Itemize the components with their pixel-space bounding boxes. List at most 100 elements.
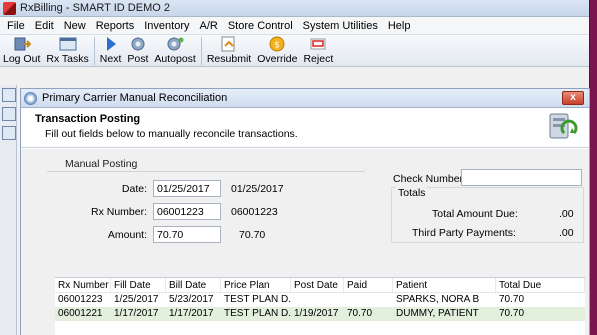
column-header[interactable]: Bill Date	[166, 278, 221, 292]
table-row[interactable]: 06001223 1/25/2017 5/23/2017 TEST PLAN D…	[55, 293, 585, 307]
rail-document-icon[interactable]	[2, 107, 16, 121]
reject-button[interactable]: Reject	[300, 35, 336, 65]
app-title: RxBilling - SMART ID DEMO 2	[20, 2, 170, 14]
rx-number-label: Rx Number:	[90, 206, 147, 218]
child-title: Primary Carrier Manual Reconciliation	[42, 92, 228, 104]
menu-reports[interactable]: Reports	[91, 17, 140, 35]
check-number-label: Check Number:	[393, 173, 466, 185]
table-cell: SPARKS, NORA B	[396, 294, 480, 305]
table-cell: 70.70	[347, 308, 373, 319]
logout-icon	[13, 36, 31, 52]
next-button[interactable]: Next	[97, 35, 125, 65]
section-subtitle: Fill out fields below to manually reconc…	[45, 128, 298, 140]
override-button[interactable]: $ Override	[254, 35, 300, 65]
rx-tasks-label: Rx Tasks	[46, 53, 89, 65]
table-cell: 06001221	[58, 308, 103, 319]
column-header[interactable]: Paid	[344, 278, 393, 292]
section-title: Transaction Posting	[35, 113, 141, 125]
manual-posting-label: Manual Posting	[65, 158, 138, 170]
table-cell: 06001223	[58, 294, 103, 305]
logout-label: Log Out	[3, 53, 41, 65]
reject-label: Reject	[303, 53, 334, 65]
amount-label: Amount:	[107, 229, 147, 241]
autopost-gear-icon	[166, 36, 184, 52]
third-party-payments-value: .00	[559, 227, 574, 239]
app-logo-icon	[3, 1, 16, 15]
table-cell: TEST PLAN D.0	[224, 308, 291, 319]
total-amount-due-label: Total Amount Due:	[432, 208, 518, 220]
post-label: Post	[127, 53, 149, 65]
column-header[interactable]: Price Plan	[221, 278, 291, 292]
table-cell: 1/19/2017	[294, 308, 339, 319]
svg-text:$: $	[274, 41, 280, 51]
header-panel: Transaction Posting Fill out fields belo…	[21, 108, 589, 148]
reject-stamp-icon	[309, 36, 327, 52]
window-gear-icon	[24, 91, 37, 105]
rx-tasks-icon	[59, 36, 77, 52]
menu-help[interactable]: Help	[383, 17, 416, 35]
menu-new[interactable]: New	[59, 17, 91, 35]
table-cell: DUMMY, PATIENT	[396, 308, 479, 319]
menu-edit[interactable]: Edit	[30, 17, 59, 35]
autopost-button[interactable]: Autopost	[151, 35, 198, 65]
override-coin-icon: $	[268, 36, 286, 52]
next-label: Next	[99, 53, 122, 65]
close-button[interactable]: x	[562, 91, 584, 105]
total-amount-due-value: .00	[559, 208, 574, 220]
server-refresh-icon	[549, 113, 578, 139]
toolbar: Log Out Rx Tasks Next Post Autopost Resu…	[0, 35, 589, 67]
left-rail	[0, 85, 17, 335]
autopost-label: Autopost	[154, 53, 196, 65]
next-arrow-icon	[102, 36, 120, 52]
rx-number-echo: 06001223	[231, 206, 278, 218]
column-header[interactable]: Fill Date	[111, 278, 166, 292]
column-header[interactable]: Patient	[393, 278, 496, 292]
date-input[interactable]: 01/25/2017	[153, 180, 221, 197]
table-row[interactable]: 06001221 1/17/2017 1/17/2017 TEST PLAN D…	[55, 307, 585, 321]
menubar: File Edit New Reports Inventory A/R Stor…	[0, 17, 589, 35]
menu-inventory[interactable]: Inventory	[139, 17, 194, 35]
body-panel: Manual Posting Date: 01/25/2017 01/25/20…	[21, 149, 589, 335]
date-echo: 01/25/2017	[231, 183, 284, 195]
column-header[interactable]: Post Date	[291, 278, 344, 292]
transactions-grid: Rx Number Fill Date Bill Date Price Plan…	[55, 277, 585, 335]
table-cell	[291, 293, 344, 307]
menu-file[interactable]: File	[2, 17, 30, 35]
post-gear-icon	[129, 36, 147, 52]
date-label: Date:	[121, 183, 147, 195]
reconciliation-window: Primary Carrier Manual Reconciliation x …	[20, 88, 590, 335]
menu-ar[interactable]: A/R	[195, 17, 223, 35]
resubmit-button[interactable]: Resubmit	[204, 35, 254, 65]
rail-checklist-icon[interactable]	[2, 88, 16, 102]
check-number-input[interactable]	[461, 169, 582, 186]
rail-edit-icon[interactable]	[2, 126, 16, 140]
column-header[interactable]: Total Due	[496, 278, 585, 292]
rx-tasks-button[interactable]: Rx Tasks	[43, 35, 91, 65]
menu-store-control[interactable]: Store Control	[223, 17, 298, 35]
manual-posting-group: Manual Posting Date: 01/25/2017 01/25/20…	[47, 155, 365, 253]
table-cell	[344, 293, 393, 307]
toolbar-separator	[200, 37, 202, 65]
post-button[interactable]: Post	[124, 35, 151, 65]
table-cell: 1/25/2017	[114, 294, 159, 305]
resubmit-label: Resubmit	[206, 53, 252, 65]
third-party-payments-label: Third Party Payments:	[412, 227, 516, 239]
logout-button[interactable]: Log Out	[0, 35, 43, 65]
table-cell: 1/17/2017	[114, 308, 159, 319]
menu-system-utilities[interactable]: System Utilities	[298, 17, 383, 35]
grid-header: Rx Number Fill Date Bill Date Price Plan…	[55, 278, 585, 293]
table-cell: 5/23/2017	[169, 294, 214, 305]
amount-input[interactable]: 70.70	[153, 226, 221, 243]
toolbar-separator	[93, 37, 95, 65]
override-label: Override	[257, 53, 298, 65]
group-divider	[47, 171, 365, 172]
app-window: RxBilling - SMART ID DEMO 2 File Edit Ne…	[0, 0, 590, 335]
table-cell: 70.70	[499, 294, 525, 305]
child-titlebar: Primary Carrier Manual Reconciliation x	[21, 89, 589, 108]
totals-label: Totals	[396, 187, 428, 199]
column-header[interactable]: Rx Number	[55, 278, 111, 292]
totals-box: Totals Total Amount Due: .00 Third Party…	[391, 187, 584, 243]
table-cell: TEST PLAN D.0	[224, 294, 291, 305]
table-cell: 70.70	[499, 308, 525, 319]
rx-number-input[interactable]: 06001223	[153, 203, 221, 220]
